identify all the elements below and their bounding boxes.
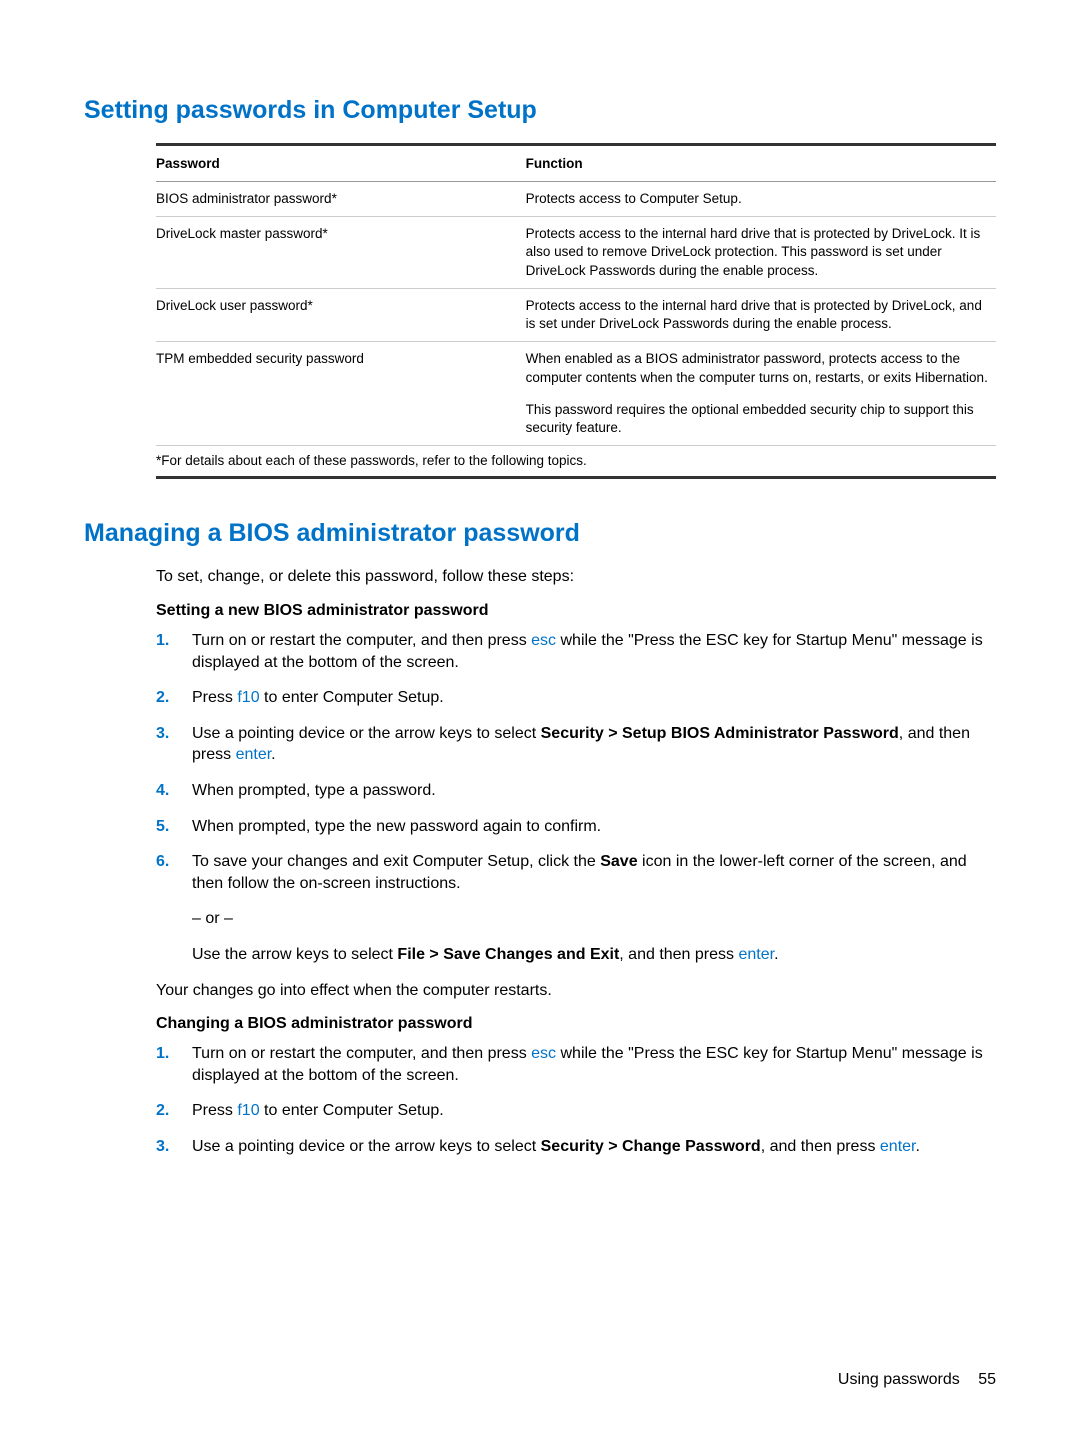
table-row: DriveLock master password*Protects acces… xyxy=(156,217,996,289)
step-text: When prompted, type the new password aga… xyxy=(192,816,996,838)
table-row: TPM embedded security passwordWhen enabl… xyxy=(156,342,996,446)
step-item: 6.To save your changes and exit Computer… xyxy=(156,851,996,965)
password-function: Protects access to the internal hard dri… xyxy=(526,217,996,289)
step-item: 5.When prompted, type the new password a… xyxy=(156,816,996,838)
step-number: 2. xyxy=(156,1100,192,1122)
passwords-table: Password Function BIOS administrator pas… xyxy=(156,143,996,479)
step-number: 6. xyxy=(156,851,192,965)
table-header-function: Function xyxy=(526,145,996,182)
table-header-password: Password xyxy=(156,145,526,182)
page-footer: Using passwords 55 xyxy=(838,1371,996,1389)
table-row: BIOS administrator password*Protects acc… xyxy=(156,182,996,217)
password-function: Protects access to the internal hard dri… xyxy=(526,288,996,341)
managing-intro: To set, change, or delete this password,… xyxy=(156,566,996,588)
after-setting-text: Your changes go into effect when the com… xyxy=(156,980,996,1002)
password-name: DriveLock master password* xyxy=(156,217,526,289)
password-function: When enabled as a BIOS administrator pas… xyxy=(526,342,996,446)
step-item: 1.Turn on or restart the computer, and t… xyxy=(156,630,996,673)
step-text: Turn on or restart the computer, and the… xyxy=(192,1043,996,1086)
step-text: Use a pointing device or the arrow keys … xyxy=(192,1136,996,1158)
step-number: 1. xyxy=(156,630,192,673)
step-text: Use a pointing device or the arrow keys … xyxy=(192,723,996,766)
footer-label: Using passwords xyxy=(838,1371,960,1388)
section-setting-passwords-title: Setting passwords in Computer Setup xyxy=(84,96,996,125)
step-item: 3.Use a pointing device or the arrow key… xyxy=(156,1136,996,1158)
step-text: Press f10 to enter Computer Setup. xyxy=(192,1100,996,1122)
step-item: 1.Turn on or restart the computer, and t… xyxy=(156,1043,996,1086)
passwords-table-wrap: Password Function BIOS administrator pas… xyxy=(156,143,996,479)
password-name: TPM embedded security password xyxy=(156,342,526,446)
sub-setting-title: Setting a new BIOS administrator passwor… xyxy=(156,602,996,620)
steps-setting-new: 1.Turn on or restart the computer, and t… xyxy=(156,630,996,966)
step-item: 2.Press f10 to enter Computer Setup. xyxy=(156,1100,996,1122)
step-number: 4. xyxy=(156,780,192,802)
table-row: DriveLock user password*Protects access … xyxy=(156,288,996,341)
step-item: 3.Use a pointing device or the arrow key… xyxy=(156,723,996,766)
steps-changing: 1.Turn on or restart the computer, and t… xyxy=(156,1043,996,1157)
section-managing-bios-title: Managing a BIOS administrator password xyxy=(84,519,996,548)
step-number: 1. xyxy=(156,1043,192,1086)
page-number: 55 xyxy=(978,1371,996,1389)
step-number: 3. xyxy=(156,723,192,766)
password-name: DriveLock user password* xyxy=(156,288,526,341)
step-text: Turn on or restart the computer, and the… xyxy=(192,630,996,673)
page: Setting passwords in Computer Setup Pass… xyxy=(0,0,1080,1437)
step-item: 2.Press f10 to enter Computer Setup. xyxy=(156,687,996,709)
step-item: 4.When prompted, type a password. xyxy=(156,780,996,802)
table-footnote: *For details about each of these passwor… xyxy=(156,446,996,478)
step-text: Press f10 to enter Computer Setup. xyxy=(192,687,996,709)
step-number: 3. xyxy=(156,1136,192,1158)
step-number: 2. xyxy=(156,687,192,709)
step-text: When prompted, type a password. xyxy=(192,780,996,802)
password-name: BIOS administrator password* xyxy=(156,182,526,217)
sub-changing-title: Changing a BIOS administrator password xyxy=(156,1015,996,1033)
password-function: Protects access to Computer Setup. xyxy=(526,182,996,217)
step-text: To save your changes and exit Computer S… xyxy=(192,851,996,965)
step-number: 5. xyxy=(156,816,192,838)
